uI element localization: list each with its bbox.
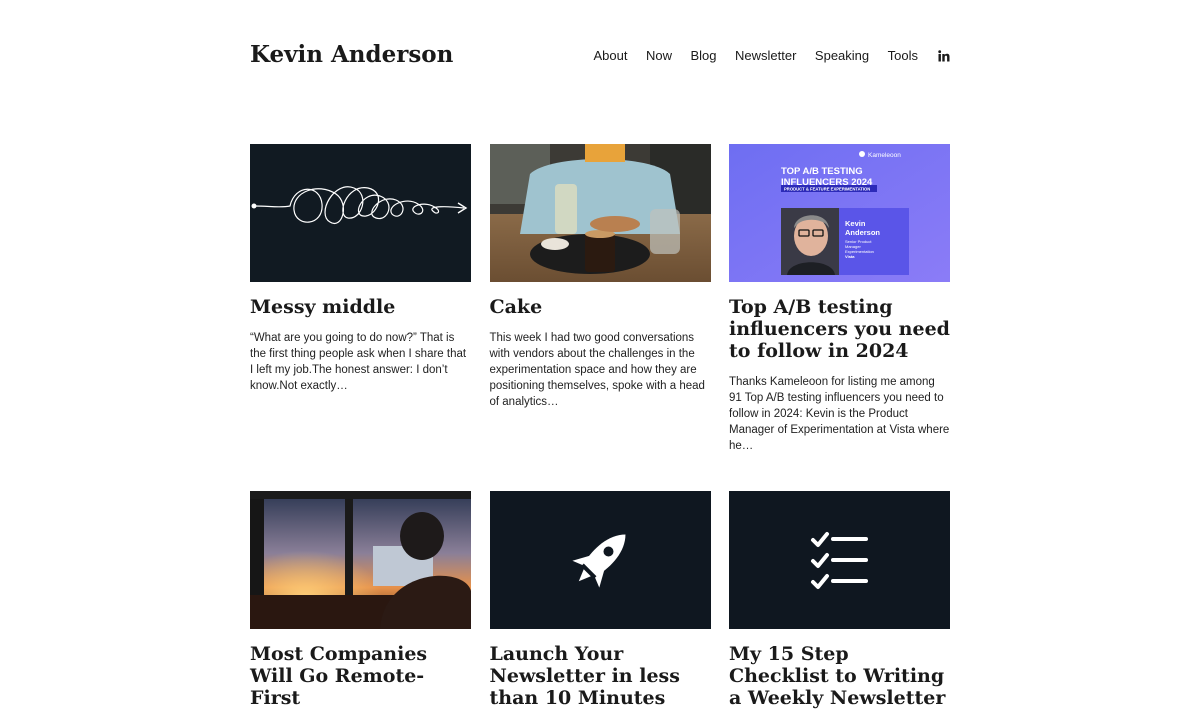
post-card[interactable]: Most Companies Will Go Remote-First	[250, 491, 471, 709]
nav-newsletter[interactable]: Newsletter	[735, 48, 796, 63]
post-card[interactable]: Kameleoon TOP A/B TESTING INFLUENCERS 20…	[729, 144, 950, 454]
nav-now[interactable]: Now	[646, 48, 672, 63]
nav-speaking[interactable]: Speaking	[815, 48, 869, 63]
post-grid: Messy middle “What are you going to do n…	[250, 144, 950, 709]
post-title[interactable]: Top A/B testing influencers you need to …	[729, 296, 950, 362]
banner-tag: PRODUCT & FEATURE EXPERIMENTATION	[784, 187, 870, 192]
post-title[interactable]: My 15 Step Checklist to Writing a Weekly…	[729, 643, 950, 709]
post-title[interactable]: Most Companies Will Go Remote-First	[250, 643, 471, 709]
kameleoon-banner-image[interactable]: Kameleoon TOP A/B TESTING INFLUENCERS 20…	[729, 144, 950, 282]
banner-company: Vista	[845, 254, 855, 259]
post-card[interactable]: Launch Your Newsletter in less than 10 M…	[489, 491, 711, 709]
post-excerpt: Thanks Kameleoon for listing me among 91…	[729, 376, 950, 452]
cafe-table-photo[interactable]	[489, 144, 711, 282]
linkedin-icon[interactable]	[938, 49, 950, 62]
site-header: Kevin Anderson About Now Blog Newsletter…	[250, 38, 950, 78]
sunset-desk-photo[interactable]	[250, 491, 471, 629]
rocket-icon[interactable]	[489, 491, 711, 629]
post-card[interactable]: Cake This week I had two good conversati…	[489, 144, 711, 454]
banner-line1: TOP A/B TESTING	[781, 166, 863, 177]
post-card[interactable]: My 15 Step Checklist to Writing a Weekly…	[729, 491, 950, 709]
banner-name-last: Anderson	[845, 228, 880, 237]
post-excerpt: “What are you going to do now?” That is …	[250, 332, 467, 392]
checklist-icon[interactable]	[729, 491, 950, 629]
nav-blog[interactable]: Blog	[690, 48, 716, 63]
banner-name-first: Kevin	[845, 219, 866, 228]
post-excerpt: This week I had two good conversations w…	[489, 332, 705, 408]
nav-tools[interactable]: Tools	[888, 48, 918, 63]
main-nav: About Now Blog Newsletter Speaking Tools	[575, 48, 950, 63]
nav-about[interactable]: About	[593, 48, 627, 63]
post-card[interactable]: Messy middle “What are you going to do n…	[250, 144, 471, 454]
post-title[interactable]: Launch Your Newsletter in less than 10 M…	[490, 643, 711, 709]
post-title[interactable]: Messy middle	[250, 296, 471, 318]
banner-brand: Kameleoon	[868, 152, 901, 159]
tangled-line-image[interactable]	[250, 144, 471, 282]
post-title[interactable]: Cake	[490, 296, 711, 318]
site-title[interactable]: Kevin Anderson	[250, 41, 453, 68]
